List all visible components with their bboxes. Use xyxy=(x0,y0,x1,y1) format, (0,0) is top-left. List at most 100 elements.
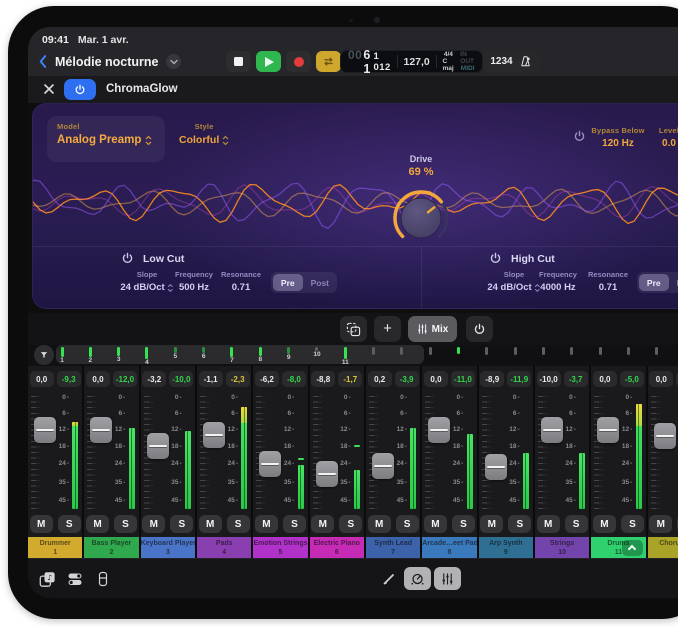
overview-track-tick[interactable] xyxy=(505,345,525,366)
high-cut-resonance[interactable]: Resonance 0.71 xyxy=(588,270,628,293)
track-tile[interactable]: Emotion Strings5 xyxy=(253,537,307,558)
close-plugin-button[interactable] xyxy=(42,83,55,96)
lcd-display[interactable]: 00 6 1 1 012 127,0 4/4 C maj IN OUT MIDI xyxy=(340,50,483,73)
pencil-tool-button[interactable] xyxy=(378,568,400,590)
overview-track-tick[interactable] xyxy=(562,345,582,366)
mute-button[interactable]: M xyxy=(368,515,391,533)
paste-settings-button[interactable] xyxy=(340,316,367,342)
overview-track-tick[interactable] xyxy=(590,345,610,366)
volume-fader[interactable] xyxy=(90,417,112,443)
mute-button[interactable]: M xyxy=(537,515,560,533)
low-cut-frequency[interactable]: Frequency 500 Hz xyxy=(175,270,213,293)
overview-track-tick[interactable]: 2 xyxy=(80,345,100,366)
overview-track-tick[interactable]: 9 xyxy=(279,345,299,366)
volume-fader[interactable] xyxy=(541,417,563,443)
pre-button[interactable]: Pre xyxy=(639,274,669,291)
play-button[interactable] xyxy=(256,51,281,72)
overview-track-tick[interactable]: 7 xyxy=(222,345,242,366)
mute-button[interactable]: M xyxy=(649,515,672,533)
count-in-button[interactable]: 1234 xyxy=(490,56,512,67)
plugin-power-toggle[interactable] xyxy=(64,79,96,100)
track-tile[interactable]: Arcade…eet Pad8 xyxy=(422,537,476,558)
solo-button[interactable]: S xyxy=(58,515,81,533)
low-cut-slope[interactable]: Slope 24 dB/Oct xyxy=(120,270,173,293)
add-plugin-button[interactable]: + xyxy=(374,316,401,342)
overview-track-tick[interactable] xyxy=(647,345,667,366)
volume-fader[interactable] xyxy=(372,453,394,479)
overview-track-tick[interactable] xyxy=(477,345,497,366)
project-menu-button[interactable] xyxy=(166,54,181,69)
overview-track-tick[interactable]: 6 xyxy=(194,345,214,366)
track-tile[interactable]: Electric Piano6 xyxy=(310,537,364,558)
level-control[interactable]: Level 0.0 xyxy=(659,126,678,149)
low-cut-power-icon[interactable] xyxy=(121,252,134,265)
solo-button[interactable]: S xyxy=(339,515,362,533)
pre-button[interactable]: Pre xyxy=(273,274,303,291)
filter-tracks-button[interactable] xyxy=(34,345,54,365)
model-selector[interactable]: Model Analog Preamp xyxy=(47,116,165,162)
tracks-view-button[interactable] xyxy=(64,568,86,590)
overview-track-tick[interactable] xyxy=(449,345,469,366)
track-tile[interactable]: Strings10 xyxy=(535,537,589,558)
overview-track-tick[interactable] xyxy=(420,345,440,366)
mute-button[interactable]: M xyxy=(142,515,165,533)
mute-button[interactable]: M xyxy=(424,515,447,533)
track-tile[interactable]: Keyboard Player3 xyxy=(141,537,195,558)
solo-button[interactable]: S xyxy=(396,515,419,533)
overview-track-tick[interactable]: 11 xyxy=(335,345,355,366)
overview-track-tick[interactable]: 10 xyxy=(307,345,327,366)
solo-button[interactable]: S xyxy=(283,515,306,533)
post-button[interactable]: Post xyxy=(305,274,335,291)
mute-button[interactable]: M xyxy=(86,515,109,533)
track-tile[interactable]: Bass Player2 xyxy=(84,537,138,558)
drive-knob[interactable] xyxy=(391,188,451,248)
overview-track-tick[interactable] xyxy=(364,345,384,366)
overview-track-tick[interactable]: 1 xyxy=(52,345,72,366)
solo-button[interactable]: S xyxy=(170,515,193,533)
volume-fader[interactable] xyxy=(259,451,281,477)
high-cut-frequency[interactable]: Frequency 4000 Hz xyxy=(539,270,577,293)
overview-track-tick[interactable]: 8 xyxy=(250,345,270,366)
bypass-power-icon[interactable] xyxy=(573,130,586,148)
track-tile[interactable]: Drummer1 xyxy=(28,537,82,558)
volume-fader[interactable] xyxy=(428,417,450,443)
cycle-button[interactable] xyxy=(316,51,341,72)
overview-track-tick[interactable]: 4 xyxy=(137,345,157,366)
solo-button[interactable]: S xyxy=(452,515,475,533)
volume-fader[interactable] xyxy=(597,417,619,443)
bypass-below-control[interactable]: Bypass Below 120 Hz xyxy=(591,126,644,149)
volume-fader[interactable] xyxy=(654,423,676,449)
track-tile[interactable]: Chorus V xyxy=(648,537,678,558)
post-button[interactable]: Post xyxy=(671,274,678,291)
mute-button[interactable]: M xyxy=(30,515,53,533)
low-cut-resonance[interactable]: Resonance 0.71 xyxy=(221,270,261,293)
track-tile[interactable]: Drums11 xyxy=(591,537,645,558)
volume-fader[interactable] xyxy=(203,422,225,448)
style-selector[interactable]: Style Colorful xyxy=(179,122,229,146)
solo-button[interactable]: S xyxy=(227,515,250,533)
solo-button[interactable]: S xyxy=(114,515,137,533)
mixer-faders-button[interactable] xyxy=(434,567,461,590)
overview-track-tick[interactable]: 5 xyxy=(165,345,185,366)
fader-view-button[interactable] xyxy=(92,568,114,590)
mute-button[interactable]: M xyxy=(199,515,222,533)
high-cut-power-icon[interactable] xyxy=(489,252,502,265)
mute-button[interactable]: M xyxy=(255,515,278,533)
collapse-plugin-button[interactable] xyxy=(622,540,643,556)
mute-button[interactable]: M xyxy=(311,515,334,533)
track-tile[interactable]: Synth Lead7 xyxy=(366,537,420,558)
solo-button[interactable]: S xyxy=(565,515,588,533)
track-tile[interactable]: Pads4 xyxy=(197,537,251,558)
mix-view-toggle[interactable]: Mix xyxy=(408,316,457,342)
volume-fader[interactable] xyxy=(485,454,507,480)
back-button[interactable] xyxy=(38,54,47,69)
volume-fader[interactable] xyxy=(147,433,169,459)
overview-track-tick[interactable] xyxy=(392,345,412,366)
volume-fader[interactable] xyxy=(316,461,338,487)
overview-track-tick[interactable] xyxy=(534,345,554,366)
project-title[interactable]: Mélodie nocturne xyxy=(55,55,158,69)
overview-track-tick[interactable] xyxy=(619,345,639,366)
solo-button[interactable]: S xyxy=(508,515,531,533)
overview-track-tick[interactable]: 3 xyxy=(109,345,129,366)
smart-controls-button[interactable] xyxy=(404,567,431,590)
